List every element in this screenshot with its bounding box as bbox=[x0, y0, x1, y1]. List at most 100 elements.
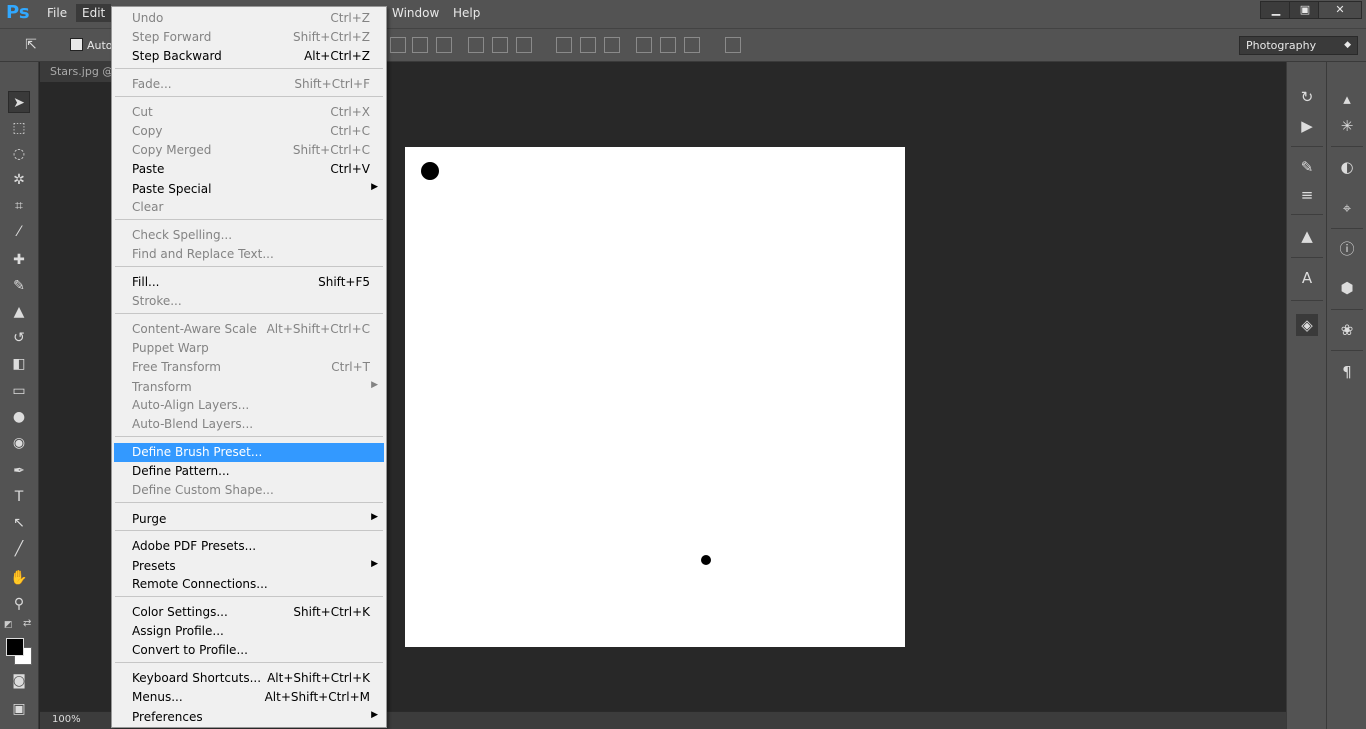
menu-paste[interactable]: Paste Ctrl+V bbox=[114, 160, 384, 179]
swap-colors-icon[interactable]: ⇄ bbox=[23, 618, 31, 629]
menu-free-transform[interactable]: Free Transform Ctrl+T bbox=[114, 358, 384, 377]
menu-file[interactable]: File bbox=[47, 6, 67, 20]
align-top-icon[interactable] bbox=[390, 37, 406, 53]
menu-remote-connections[interactable]: Remote Connections... bbox=[114, 575, 384, 594]
menu-auto-blend[interactable]: Auto-Blend Layers... bbox=[114, 415, 384, 434]
info-panel-icon[interactable]: ⓘ bbox=[1336, 238, 1358, 260]
menu-step-forward[interactable]: Step Forward Shift+Ctrl+Z bbox=[114, 28, 384, 47]
menu-auto-align[interactable]: Auto-Align Layers... bbox=[114, 396, 384, 415]
menu-copy[interactable]: Copy Ctrl+C bbox=[114, 122, 384, 141]
menu-puppet-warp[interactable]: Puppet Warp bbox=[114, 339, 384, 358]
zoom-tool-icon[interactable]: ⚲ bbox=[8, 593, 30, 615]
menu-pdf-presets[interactable]: Adobe PDF Presets... bbox=[114, 537, 384, 556]
menu-cut[interactable]: Cut Ctrl+X bbox=[114, 103, 384, 122]
menu-copy-merged[interactable]: Copy Merged Shift+Ctrl+C bbox=[114, 141, 384, 160]
gradient-tool-icon[interactable]: ▭ bbox=[8, 380, 30, 402]
menu-transform[interactable]: Transform ▶ bbox=[114, 378, 384, 397]
align-bottom-icon[interactable] bbox=[436, 37, 452, 53]
menu-undo[interactable]: Undo Ctrl+Z bbox=[114, 9, 384, 28]
align-left-icon[interactable] bbox=[468, 37, 484, 53]
foreground-color-swatch[interactable] bbox=[6, 638, 24, 656]
menu-color-settings[interactable]: Color Settings... Shift+Ctrl+K bbox=[114, 603, 384, 622]
workspace-select[interactable]: Photography ◆ bbox=[1239, 36, 1358, 55]
menu-define-pattern[interactable]: Define Pattern... bbox=[114, 462, 384, 481]
menu-find-replace[interactable]: Find and Replace Text... bbox=[114, 245, 384, 264]
move-tool-preset-icon[interactable]: ⇱ bbox=[20, 34, 42, 56]
eyedropper-tool-icon[interactable]: ⁄ bbox=[8, 221, 30, 243]
history-panel-icon[interactable]: ↻ bbox=[1296, 86, 1318, 108]
lasso-tool-icon[interactable]: ◌ bbox=[8, 143, 30, 165]
paths-panel-icon[interactable]: ⌖ bbox=[1336, 197, 1358, 219]
minimize-button[interactable]: ▁ bbox=[1260, 1, 1292, 19]
brush-panel-icon[interactable]: ≡ bbox=[1296, 184, 1318, 206]
magic-wand-tool-icon[interactable]: ✲ bbox=[8, 169, 30, 191]
distribute-bottom-icon[interactable] bbox=[604, 37, 620, 53]
marquee-tool-icon[interactable]: ⬚ bbox=[8, 117, 30, 139]
submenu-arrow-icon: ▶ bbox=[371, 512, 378, 522]
distribute-right-icon[interactable] bbox=[684, 37, 700, 53]
restore-button[interactable]: ▣ bbox=[1289, 1, 1321, 19]
eraser-tool-icon[interactable]: ◧ bbox=[8, 353, 30, 375]
healing-brush-tool-icon[interactable]: ✚ bbox=[8, 249, 30, 271]
hand-tool-icon[interactable]: ✋ bbox=[8, 567, 30, 589]
close-button[interactable]: ✕ bbox=[1318, 1, 1362, 19]
menu-presets[interactable]: Presets ▶ bbox=[114, 557, 384, 576]
histogram-panel-icon[interactable]: ▴ bbox=[1336, 88, 1358, 110]
auto-align-icon[interactable] bbox=[725, 37, 741, 53]
align-vcenter-icon[interactable] bbox=[412, 37, 428, 53]
screen-mode-icon[interactable]: ▣ bbox=[8, 698, 30, 720]
brush-presets-panel-icon[interactable]: ✎ bbox=[1296, 156, 1318, 178]
layers-panel-icon[interactable]: ◈ bbox=[1296, 314, 1318, 336]
menu-menus[interactable]: Menus... Alt+Shift+Ctrl+M bbox=[114, 688, 384, 707]
distribute-vcenter-icon[interactable] bbox=[580, 37, 596, 53]
line-tool-icon[interactable]: ╱ bbox=[8, 538, 30, 560]
character-panel-icon[interactable]: A bbox=[1296, 267, 1318, 289]
actions-panel-icon[interactable]: ▶ bbox=[1296, 115, 1318, 137]
history-brush-tool-icon[interactable]: ↺ bbox=[8, 327, 30, 349]
menu-convert-profile[interactable]: Convert to Profile... bbox=[114, 641, 384, 660]
menu-purge[interactable]: Purge ▶ bbox=[114, 510, 384, 529]
menu-assign-profile[interactable]: Assign Profile... bbox=[114, 622, 384, 641]
type-tool-icon[interactable]: T bbox=[8, 486, 30, 508]
clone-stamp-tool-icon[interactable]: ▲ bbox=[8, 301, 30, 323]
menu-keyboard-shortcuts[interactable]: Keyboard Shortcuts... Alt+Shift+Ctrl+K bbox=[114, 669, 384, 688]
menu-edit[interactable]: Edit bbox=[76, 4, 112, 22]
brush-tool-icon[interactable]: ✎ bbox=[8, 275, 30, 297]
menu-paste-special[interactable]: Paste Special ▶ bbox=[114, 180, 384, 199]
menu-fade[interactable]: Fade... Shift+Ctrl+F bbox=[114, 75, 384, 94]
quick-mask-icon[interactable]: ◙ bbox=[8, 670, 30, 692]
auto-select-checkbox[interactable] bbox=[70, 38, 83, 51]
menu-help[interactable]: Help bbox=[453, 6, 480, 20]
align-hcenter-icon[interactable] bbox=[492, 37, 508, 53]
pen-tool-icon[interactable]: ✒ bbox=[8, 460, 30, 482]
channels-panel-icon[interactable]: ❀ bbox=[1336, 319, 1358, 341]
menu-check-spelling[interactable]: Check Spelling... bbox=[114, 226, 384, 245]
move-tool-icon[interactable]: ➤ bbox=[8, 91, 30, 113]
navigator-panel-icon[interactable]: ✳ bbox=[1336, 115, 1358, 137]
menu-stroke[interactable]: Stroke... bbox=[114, 292, 384, 311]
paragraph-panel-icon[interactable]: ¶ bbox=[1336, 361, 1358, 383]
menu-window[interactable]: Window bbox=[392, 6, 439, 20]
menu-content-aware-scale[interactable]: Content-Aware Scale Alt+Shift+Ctrl+C bbox=[114, 320, 384, 339]
default-colors-icon[interactable]: ◩ bbox=[4, 620, 13, 630]
align-right-icon[interactable] bbox=[516, 37, 532, 53]
menu-step-backward[interactable]: Step Backward Alt+Ctrl+Z bbox=[114, 47, 384, 66]
menu-define-brush-preset[interactable]: Define Brush Preset... bbox=[114, 443, 384, 462]
document-canvas[interactable] bbox=[405, 147, 905, 647]
menu-preferences[interactable]: Preferences ▶ bbox=[114, 708, 384, 727]
distribute-top-icon[interactable] bbox=[556, 37, 572, 53]
menu-define-custom-shape[interactable]: Define Custom Shape... bbox=[114, 481, 384, 500]
distribute-left-icon[interactable] bbox=[636, 37, 652, 53]
path-selection-tool-icon[interactable]: ↖ bbox=[8, 512, 30, 534]
dodge-tool-icon[interactable]: ◉ bbox=[8, 432, 30, 454]
distribute-hcenter-icon[interactable] bbox=[660, 37, 676, 53]
3d-panel-icon[interactable]: ⬢ bbox=[1336, 277, 1358, 299]
crop-tool-icon[interactable]: ⌗ bbox=[8, 195, 30, 217]
zoom-level[interactable]: 100% bbox=[52, 714, 81, 725]
menu-fill[interactable]: Fill... Shift+F5 bbox=[114, 273, 384, 292]
color-panel-icon[interactable]: ◐ bbox=[1336, 156, 1358, 178]
blur-tool-icon[interactable]: ● bbox=[8, 406, 30, 428]
menu-clear[interactable]: Clear bbox=[114, 198, 384, 217]
workspace-select-value: Photography bbox=[1246, 39, 1317, 52]
clone-source-panel-icon[interactable]: ▲ bbox=[1296, 225, 1318, 247]
